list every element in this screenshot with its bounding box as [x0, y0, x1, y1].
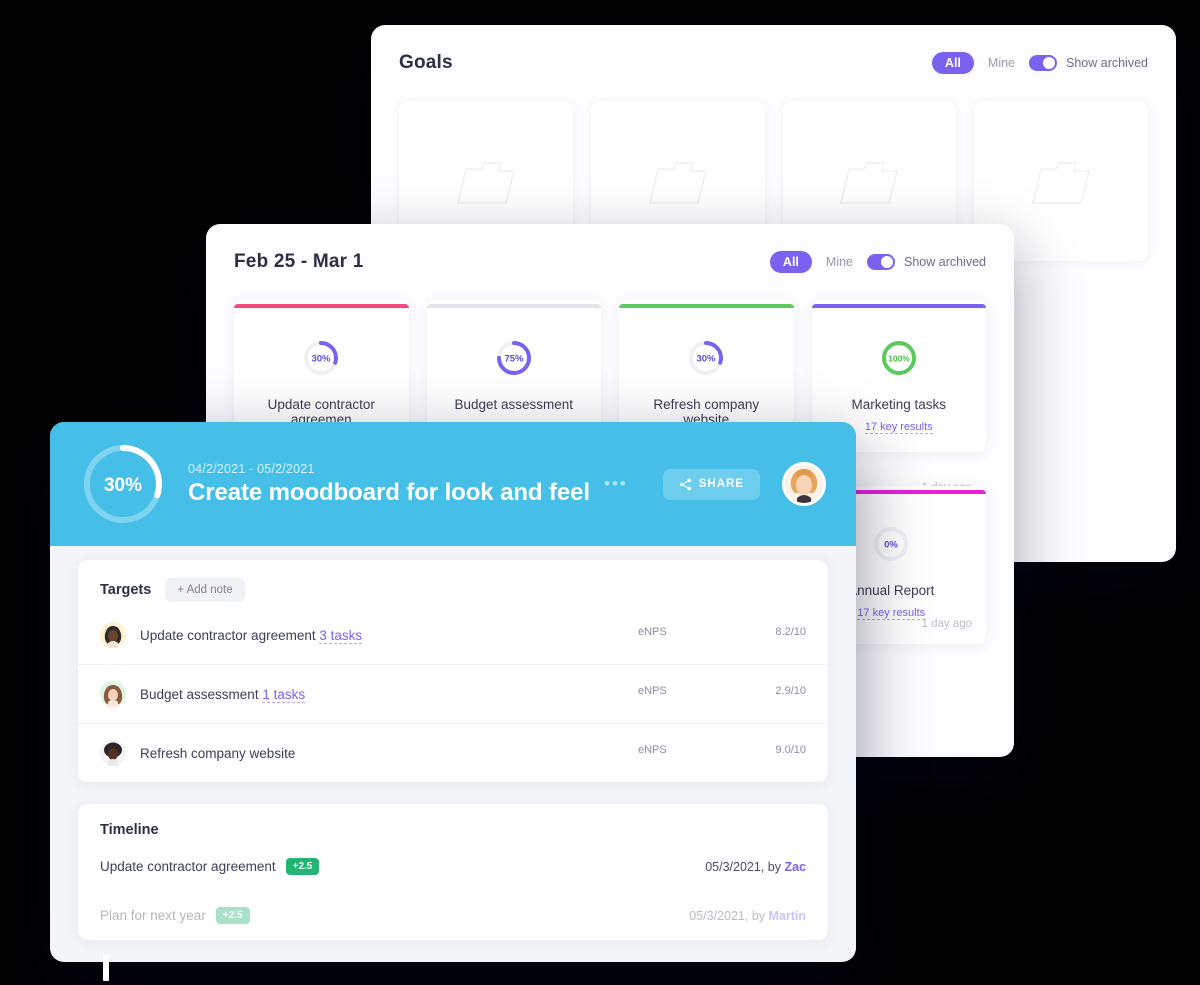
card-timestamp: 1 day ago	[921, 618, 972, 630]
toggle-switch[interactable]	[1029, 55, 1057, 71]
goals-filter-controls: All Mine Show archived	[931, 51, 1148, 75]
target-row[interactable]: Budget assessment 1 tasks eNPS 2.9/10	[78, 665, 828, 724]
date-range: 04/2/2021 - 05/2/2021	[188, 461, 315, 476]
goal-title: Create moodboard for look and feel	[188, 478, 590, 506]
goal-card-name: Budget assessment	[454, 397, 574, 412]
show-archived-label: Show archived	[1066, 56, 1148, 70]
timeline-sheet: Timeline Update contractor agreement +2.…	[78, 804, 828, 940]
app-stage: Goals All Mine Show archived Feb 25 - Ma…	[0, 0, 1200, 985]
avatar[interactable]	[782, 462, 826, 506]
goals-panel-header: Goals All Mine Show archived	[371, 25, 1176, 101]
page-title: Goals	[399, 52, 453, 73]
goal-card-name: Marketing tasks	[851, 397, 947, 412]
key-results-link[interactable]: 17 key results	[857, 607, 926, 620]
target-name: Refresh company website	[140, 746, 624, 761]
metric-label: eNPS	[638, 744, 667, 756]
timeline-meta: 05/3/2021, by Martin	[689, 909, 806, 923]
ring-percent: 75%	[504, 354, 524, 365]
metric-value: 8.2/10	[775, 626, 806, 638]
timeline-date: 05/3/2021, by	[705, 859, 785, 874]
metric-block: eNPS 8.2/10	[638, 626, 806, 644]
week-range-title: Feb 25 - Mar 1	[234, 251, 364, 272]
tasks-link[interactable]: 1 tasks	[262, 686, 306, 703]
target-name: Budget assessment 1 tasks	[140, 686, 624, 703]
card-accent-bar	[811, 304, 986, 308]
targets-header: Targets + Add note	[78, 560, 828, 606]
targets-heading: Targets	[100, 582, 152, 598]
card-accent-bar	[426, 304, 601, 308]
avatar	[100, 681, 126, 707]
more-options-icon[interactable]: •••	[604, 474, 628, 494]
show-archived-toggle[interactable]: Show archived	[867, 254, 986, 270]
target-row[interactable]: Update contractor agreement 3 tasks eNPS…	[78, 606, 828, 665]
avatar	[100, 622, 126, 648]
detail-ring-percent: 30%	[104, 475, 142, 496]
folder-icon	[648, 162, 707, 204]
detail-progress-ring: 30%	[84, 445, 162, 523]
metric-block: eNPS 2.9/10	[638, 685, 806, 703]
metric-label: eNPS	[638, 685, 667, 697]
timeline-row[interactable]: Update contractor agreement +2.5 05/3/20…	[78, 842, 828, 891]
targets-sheet: Targets + Add note Update contractor agr…	[78, 560, 828, 782]
filter-all-button[interactable]: All	[931, 51, 974, 75]
timeline-header: Timeline	[78, 804, 828, 842]
avatar-image	[100, 622, 126, 648]
metric-block: eNPS 9.0/10	[638, 744, 806, 762]
target-row[interactable]: Refresh company website eNPS 9.0/10	[78, 724, 828, 782]
target-label: Budget assessment	[140, 686, 259, 702]
card-accent-bar	[619, 304, 794, 308]
target-name: Update contractor agreement 3 tasks	[140, 627, 624, 644]
key-results-link[interactable]: 17 key results	[864, 421, 933, 434]
add-note-button[interactable]: + Add note	[165, 578, 245, 602]
folder-icon	[1032, 162, 1090, 204]
folder-icon	[457, 162, 515, 204]
timeline-heading: Timeline	[100, 822, 159, 838]
metric-value: 2.9/10	[775, 685, 806, 697]
goal-detail-panel: 30% 04/2/2021 - 05/2/2021 Create moodboa…	[50, 422, 856, 962]
folder-icon	[840, 162, 899, 204]
progress-ring: 100%	[881, 341, 916, 375]
show-archived-toggle[interactable]: Show archived	[1029, 55, 1148, 71]
ring-percent: 30%	[697, 354, 717, 365]
metric-value: 9.0/10	[775, 744, 806, 756]
week-filter-controls: All Mine Show archived	[769, 250, 986, 274]
text-cursor	[103, 955, 109, 981]
filter-mine-button[interactable]: Mine	[826, 255, 853, 269]
timeline-author[interactable]: Martin	[769, 909, 807, 923]
ring-percent: 100%	[888, 354, 910, 364]
progress-ring: 30%	[689, 341, 724, 375]
share-label: SHARE	[698, 478, 744, 490]
ring-percent: 0%	[884, 540, 898, 551]
progress-ring: 75%	[496, 341, 531, 375]
timeline-author[interactable]: Zac	[784, 860, 806, 874]
timeline-date: 05/3/2021, by	[689, 908, 769, 923]
avatar-image	[100, 740, 126, 766]
avatar	[100, 740, 126, 766]
status-badge: +2.5	[215, 907, 250, 924]
timeline-item-name: Plan for next year	[100, 908, 206, 923]
ring-percent: 30%	[312, 354, 332, 365]
progress-ring: 30%	[304, 341, 339, 375]
share-button[interactable]: SHARE	[662, 468, 760, 500]
timeline-row[interactable]: Plan for next year +2.5 05/3/2021, by Ma…	[78, 891, 828, 940]
detail-header: 30% 04/2/2021 - 05/2/2021 Create moodboa…	[50, 422, 856, 546]
share-icon	[679, 478, 691, 490]
show-archived-label: Show archived	[904, 255, 986, 269]
avatar-image	[100, 681, 126, 707]
metric-label: eNPS	[638, 626, 667, 638]
card-accent-bar	[234, 304, 409, 308]
progress-ring: 0%	[874, 527, 909, 561]
target-label: Update contractor agreement	[140, 627, 316, 643]
tasks-link[interactable]: 3 tasks	[319, 627, 363, 644]
toggle-switch[interactable]	[867, 254, 895, 270]
avatar-image	[785, 465, 823, 503]
timeline-meta: 05/3/2021, by Zac	[705, 860, 806, 874]
status-badge: +2.5	[285, 858, 320, 875]
week-panel-header: Feb 25 - Mar 1 All Mine Show archived	[206, 224, 1014, 300]
filter-all-button[interactable]: All	[769, 250, 812, 274]
timeline-item-name: Update contractor agreement	[100, 859, 276, 874]
detail-title-block: 04/2/2021 - 05/2/2021 Create moodboard f…	[188, 462, 641, 507]
target-label: Refresh company website	[140, 745, 296, 761]
filter-mine-button[interactable]: Mine	[988, 56, 1015, 70]
